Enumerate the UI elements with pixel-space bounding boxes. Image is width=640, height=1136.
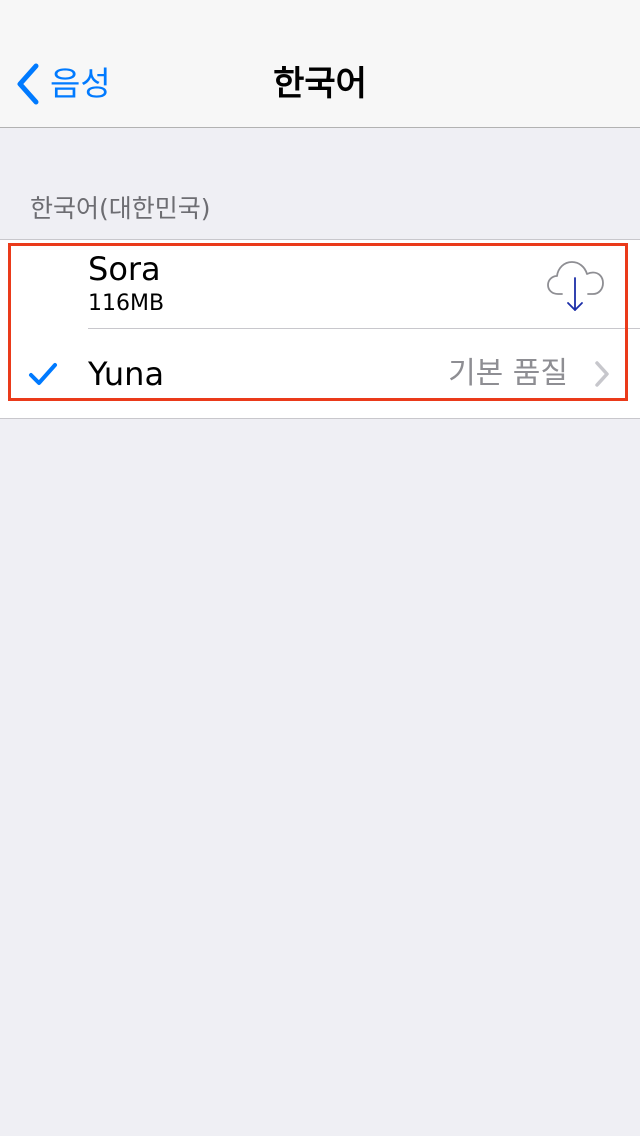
voice-row-yuna[interactable]: Yuna 기본 품질 — [0, 329, 640, 419]
chevron-right-icon — [592, 359, 612, 389]
voice-row-sora[interactable]: Sora 116MB — [0, 240, 640, 329]
navigation-bar: 음성 한국어 — [0, 0, 640, 128]
section-header: 한국어(대한민국) — [30, 194, 211, 223]
voice-list: Sora 116MB Yuna 기본 품질 — [0, 239, 640, 419]
page-title: 한국어 — [273, 64, 367, 104]
checkmark-icon — [28, 360, 58, 388]
voice-quality-label: 기본 품질 — [448, 356, 568, 391]
cloud-download-icon[interactable] — [544, 254, 606, 316]
voice-name: Sora — [88, 250, 161, 288]
voice-name: Yuna — [88, 355, 165, 393]
voice-size: 116MB — [88, 291, 165, 316]
